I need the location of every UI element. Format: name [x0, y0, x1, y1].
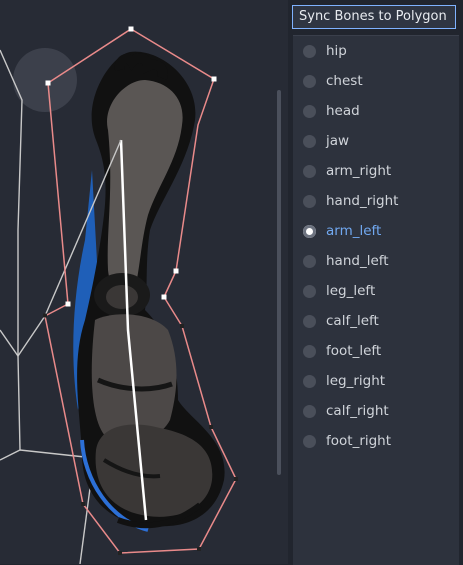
- radio-icon[interactable]: [303, 164, 316, 178]
- radio-icon[interactable]: [303, 434, 316, 448]
- radio-selected-icon[interactable]: [303, 224, 316, 238]
- bone-label: chest: [326, 73, 363, 89]
- bone-item-arm-right[interactable]: arm_right: [293, 156, 459, 186]
- bone-label: head: [326, 103, 360, 119]
- arm-sprite: [73, 51, 225, 532]
- radio-icon[interactable]: [303, 314, 316, 328]
- bone-label: leg_left: [326, 283, 376, 299]
- radio-icon[interactable]: [303, 284, 316, 298]
- radio-icon[interactable]: [303, 104, 316, 118]
- vertex-handle[interactable]: [173, 268, 179, 274]
- bone-label: leg_right: [326, 373, 386, 389]
- bone-item-hip[interactable]: hip: [293, 36, 459, 66]
- canvas: [0, 26, 238, 564]
- bone-item-calf-left[interactable]: calf_left: [293, 306, 459, 336]
- bone-item-arm-left[interactable]: arm_left: [293, 216, 459, 246]
- bone-label: foot_left: [326, 343, 382, 359]
- bone-item-leg-left[interactable]: leg_left: [293, 276, 459, 306]
- sync-bones-button[interactable]: Sync Bones to Polygon: [292, 5, 456, 29]
- vertex-handle[interactable]: [128, 26, 134, 32]
- radio-icon[interactable]: [303, 134, 316, 148]
- vertex-handle[interactable]: [161, 294, 167, 300]
- bone-label: jaw: [326, 133, 350, 149]
- radio-icon[interactable]: [303, 344, 316, 358]
- bone-item-leg-right[interactable]: leg_right: [293, 366, 459, 396]
- bone-item-foot-right[interactable]: foot_right: [293, 426, 459, 456]
- bone-label: foot_right: [326, 433, 392, 449]
- radio-icon[interactable]: [303, 374, 316, 388]
- bone-label: hand_left: [326, 253, 389, 269]
- bone-list: hip chest head jaw arm_right hand_right …: [293, 35, 459, 565]
- vertex-handle[interactable]: [118, 551, 122, 555]
- vertex-handle[interactable]: [234, 477, 238, 481]
- vertex-handle[interactable]: [43, 313, 47, 318]
- vertex-handle[interactable]: [180, 324, 184, 328]
- vertex-handle[interactable]: [211, 76, 217, 82]
- bone-label: hip: [326, 43, 347, 59]
- vertex-handle[interactable]: [81, 502, 85, 506]
- bone-label: arm_right: [326, 163, 392, 179]
- radio-icon[interactable]: [303, 74, 316, 88]
- vertex-handle[interactable]: [197, 547, 201, 551]
- bone-item-hand-right[interactable]: hand_right: [293, 186, 459, 216]
- bone-item-calf-right[interactable]: calf_right: [293, 396, 459, 426]
- bone-item-chest[interactable]: chest: [293, 66, 459, 96]
- bone-item-head[interactable]: head: [293, 96, 459, 126]
- vertex-handle[interactable]: [65, 301, 71, 307]
- radio-icon[interactable]: [303, 44, 316, 58]
- radio-icon[interactable]: [303, 404, 316, 418]
- bone-label: calf_right: [326, 403, 389, 419]
- bone-label: hand_right: [326, 193, 399, 209]
- bones-panel: Sync Bones to Polygon hip chest head jaw…: [290, 0, 463, 565]
- vertex-handle[interactable]: [209, 425, 213, 429]
- bone-item-hand-left[interactable]: hand_left: [293, 246, 459, 276]
- radio-icon[interactable]: [303, 254, 316, 268]
- bone-label: arm_left: [326, 223, 382, 239]
- radio-icon[interactable]: [303, 194, 316, 208]
- bone-item-foot-left[interactable]: foot_left: [293, 336, 459, 366]
- bone-label: calf_left: [326, 313, 379, 329]
- viewport-scrollbar[interactable]: [277, 90, 281, 475]
- polygon-editor-viewport[interactable]: [0, 0, 288, 564]
- bone-item-jaw[interactable]: jaw: [293, 126, 459, 156]
- vertex-handle[interactable]: [45, 80, 51, 86]
